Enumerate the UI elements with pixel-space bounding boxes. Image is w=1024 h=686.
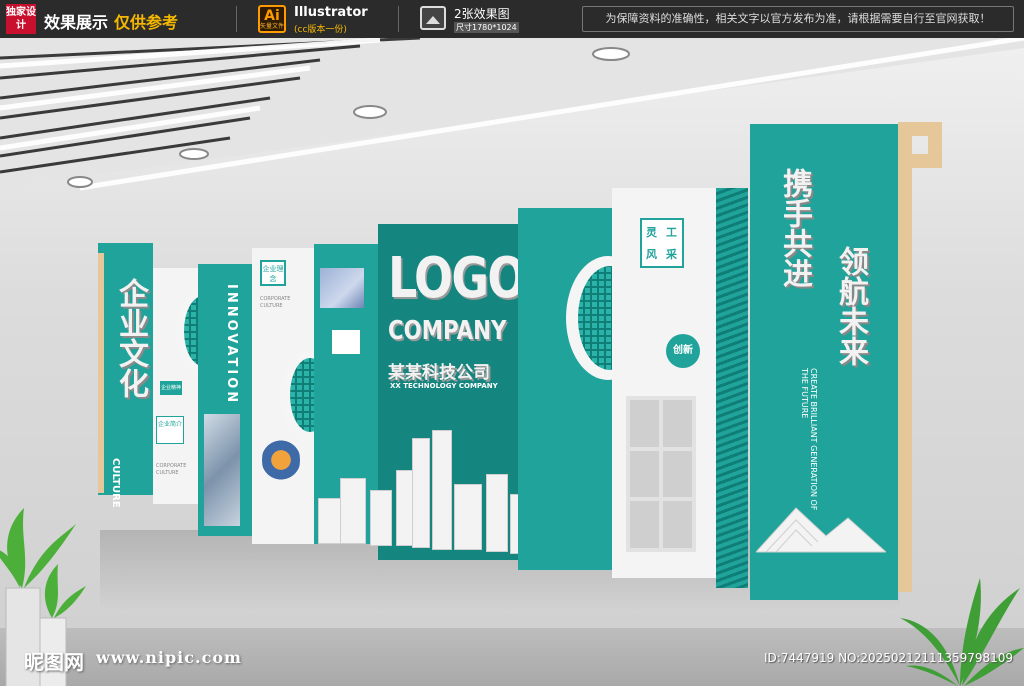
illustrator-icon: Ai 矢量文件 <box>258 5 286 33</box>
badge-idea: 企业理念 <box>260 260 286 286</box>
badge-craft: 灵 工 风 采 <box>640 218 684 268</box>
software-name: Illustrator <box>294 5 368 20</box>
plant-right <box>900 578 1024 686</box>
preview-title: 效果展示 仅供参考 <box>44 9 178 33</box>
corporate-culture-caption-1: CORPORATE CULTURE <box>156 463 187 476</box>
badge-craft-char-2: 工 <box>666 226 677 239</box>
corporate-culture-caption-2: CORPORATE CULTURE <box>260 296 291 309</box>
tech-photo-2 <box>330 328 362 356</box>
photo-slot <box>663 400 692 447</box>
photo-slot <box>630 501 659 548</box>
skyline-building <box>486 474 508 552</box>
skyline-building <box>432 430 452 550</box>
culture-vertical-sub: CULTURE <box>110 458 121 508</box>
divider <box>398 6 399 32</box>
watermark-url: www.nipic.com <box>96 648 242 667</box>
wave-pattern-strip <box>716 188 748 588</box>
watermark-site: 昵图网 <box>24 650 84 674</box>
skyline-building <box>370 490 392 546</box>
small-badge-intro: 企业简介 <box>156 416 184 444</box>
divider <box>236 6 237 32</box>
skyline-building <box>412 438 430 548</box>
photo-grid <box>626 396 696 552</box>
photo-slot <box>630 450 659 498</box>
preview-title-text: 效果展示 <box>44 13 109 32</box>
notice-text: 为保障资料的准确性，相关文字以官方发布为准，请根据需要自行至官网获取！ <box>582 6 1014 32</box>
wood-frame <box>898 122 912 592</box>
small-badge-spirit: 企业精神 <box>160 381 182 395</box>
logo-text: LOGO <box>388 246 526 311</box>
culture-vertical-title: 企业文化 <box>113 278 148 398</box>
badge-craft-char-1: 灵 <box>646 226 657 239</box>
software-version: (cc版本一份) <box>294 25 347 35</box>
preview-title-highlight: 仅供参考 <box>114 13 179 32</box>
company-name-cn: 某某科技公司 <box>388 363 490 383</box>
photo-slot <box>663 450 692 498</box>
badge-innovate: 创新 <box>666 334 700 368</box>
badge-craft-char-4: 采 <box>666 248 677 261</box>
image-count: 2张效果图 <box>454 7 510 21</box>
skyline-building <box>454 484 482 550</box>
image-size: 尺寸1780*1024 <box>454 22 519 33</box>
top-info-bar: 独家设计 效果展示 仅供参考 Ai 矢量文件 Illustrator (cc版本一… <box>0 0 1024 38</box>
building-photo-1 <box>204 414 240 526</box>
gold-strip-left <box>98 253 104 493</box>
slogan-line-2: 领航未来 <box>833 246 868 366</box>
image-icon <box>420 6 446 30</box>
slogan-line-1: 携手共进 <box>777 168 812 288</box>
badge-craft-char-3: 风 <box>646 248 657 261</box>
rendered-scene: 企业文化 CULTURE 企业精神 企业简介 CORPORATE CULTURE… <box>0 38 1024 686</box>
wood-frame-hook-inner <box>912 154 942 168</box>
innovation-text: INNOVATION <box>224 284 239 406</box>
company-text: COMPANY <box>388 316 507 346</box>
photo-slot <box>663 501 692 548</box>
company-name-en: XX TECHNOLOGY COMPANY <box>390 382 498 390</box>
photo-slot <box>630 400 659 447</box>
handshake-photo <box>262 434 300 486</box>
skyline-building <box>340 478 366 544</box>
exclusive-design-logo: 独家设计 <box>6 4 36 34</box>
illustrator-icon-sub: 矢量文件 <box>260 23 285 30</box>
mountain-graphic <box>756 507 886 553</box>
illustrator-icon-label: Ai <box>264 8 280 24</box>
image-id: ID:7447919 NO:20250212111359798109 <box>764 651 1014 665</box>
tech-photo-1 <box>320 268 364 308</box>
